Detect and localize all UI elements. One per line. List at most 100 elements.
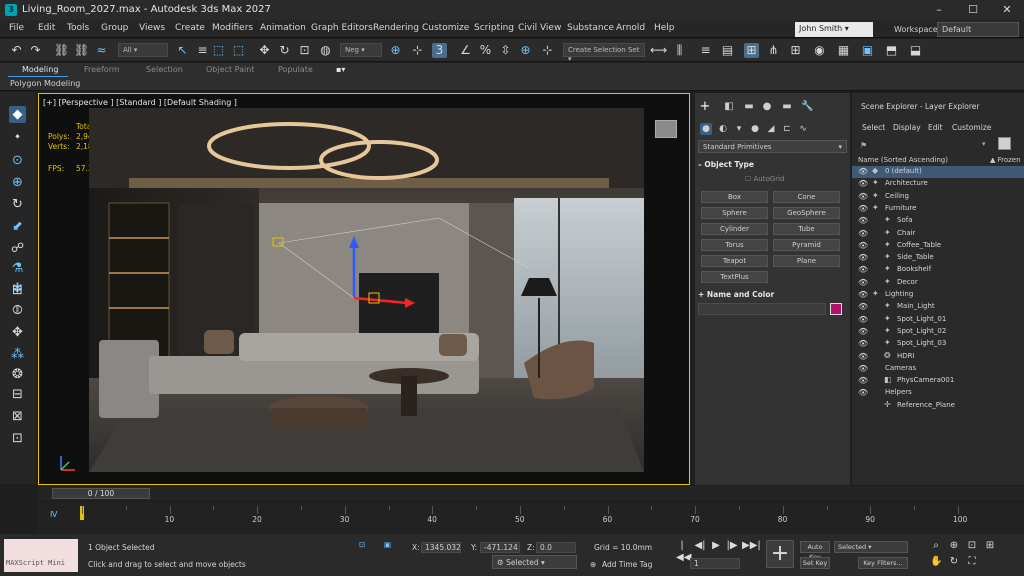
menu-help[interactable]: Help <box>654 23 675 33</box>
primitive-category-dropdown[interactable]: Standard Primitives ▾ <box>698 140 847 153</box>
menu-file[interactable]: File <box>9 23 24 33</box>
render-production-icon[interactable]: ⬒ <box>884 43 899 58</box>
layer-row[interactable]: 👁 ✦ Lighting <box>852 289 1024 301</box>
named-selection-icon[interactable]: ⊹ <box>540 43 555 58</box>
modify-tab-icon[interactable]: ◧ <box>723 101 735 113</box>
zoom-extents-icon[interactable]: ⊕ <box>948 540 960 552</box>
sphere-button[interactable]: Sphere <box>701 207 768 219</box>
close-button[interactable]: ✕ <box>990 0 1024 20</box>
render-setup-icon[interactable]: ▦ <box>836 43 851 58</box>
select-and-move-icon[interactable]: ✥ <box>257 43 272 58</box>
layer-row[interactable]: 👁 Cameras <box>852 363 1024 375</box>
layer-manager-icon[interactable] <box>998 137 1011 150</box>
menu-modifiers[interactable]: Modifiers <box>212 23 253 33</box>
material-editor-icon[interactable]: ◉ <box>812 43 827 58</box>
previous-frame-icon[interactable]: ◀| <box>694 540 706 552</box>
cameras-icon[interactable]: ● <box>749 123 761 135</box>
name-and-color-rollout[interactable]: + Name and Color <box>698 290 847 302</box>
menu-arnold[interactable]: Arnold <box>616 23 645 33</box>
layer-row[interactable]: 👁 ✦ Chair <box>852 228 1024 240</box>
maximize-toggle-icon[interactable]: ⛶ <box>966 556 978 568</box>
select-and-rotate-icon[interactable]: ↻ <box>277 43 292 58</box>
zoom-extents-selected-icon[interactable]: ⊞ <box>984 540 996 552</box>
layer-row[interactable]: 👁 ✦ Architecture <box>852 178 1024 190</box>
menu-create[interactable]: Create <box>175 23 205 33</box>
select-object-icon[interactable]: ↖ <box>175 43 190 58</box>
autogrid-checkbox[interactable]: ☐ AutoGrid <box>745 175 784 183</box>
plane-button[interactable]: Plane <box>773 255 840 267</box>
teapot-button[interactable]: Teapot <box>701 255 768 267</box>
pan-icon[interactable]: ⬋ <box>9 218 26 235</box>
layer-row[interactable]: 👁 ◆ 0 (default) <box>852 166 1024 178</box>
selection-set-dropdown[interactable]: ⚙ Selected ▾ <box>492 555 577 569</box>
particles-icon[interactable]: ⁂ <box>9 346 26 363</box>
object-name-field[interactable] <box>698 303 826 315</box>
undo-icon[interactable]: ↶ <box>9 43 24 58</box>
visibility-eye-icon[interactable]: 👁 <box>858 388 868 397</box>
filter-icon[interactable]: ⚑ <box>860 141 867 150</box>
visibility-eye-icon[interactable]: 👁 <box>858 229 868 238</box>
menu-edit[interactable]: Edit <box>38 23 55 33</box>
rectangular-selection-icon[interactable]: ⬚ <box>211 43 226 58</box>
key-mode-icon[interactable]: Ⅳ <box>50 510 57 519</box>
create-tab-icon[interactable]: + <box>699 100 711 113</box>
hierarchy-tab-icon[interactable]: ▬ <box>743 101 755 113</box>
selection-lock-icon[interactable]: ▣ <box>384 540 391 549</box>
layer-explorer-icon[interactable]: ▤ <box>720 43 735 58</box>
tab-populate[interactable]: Populate <box>278 65 313 74</box>
pan-view-icon[interactable]: ✋ <box>930 556 942 568</box>
orbit-view-icon[interactable]: ↻ <box>948 556 960 568</box>
current-frame-field[interactable]: 1 <box>690 558 740 569</box>
layer-row[interactable]: 👁 ✦ Bookshelf <box>852 264 1024 276</box>
explorer-menu-edit[interactable]: Edit <box>928 123 943 132</box>
visibility-eye-icon[interactable]: 👁 <box>858 290 868 299</box>
zoom-icon[interactable]: ⊙ <box>9 152 26 169</box>
time-slider[interactable]: 0 / 100 <box>38 486 1024 500</box>
workspace-dropdown[interactable]: Default <box>937 22 1019 37</box>
menu-rendering[interactable]: Rendering <box>373 23 419 33</box>
rendered-scene[interactable] <box>89 108 644 472</box>
textplus-button[interactable]: TextPlus <box>701 271 768 283</box>
visibility-eye-icon[interactable]: 👁 <box>858 179 868 188</box>
visibility-eye-icon[interactable]: 👁 <box>858 278 868 287</box>
tab-freeform[interactable]: Freeform <box>84 65 120 74</box>
select-and-link-icon[interactable]: ⛓ <box>54 43 69 58</box>
field-of-view-icon[interactable]: ☍ <box>9 240 26 257</box>
user-account-dropdown[interactable]: John Smith ▾ <box>795 22 873 37</box>
select-manipulate-icon[interactable]: ⊹ <box>410 43 425 58</box>
layer-row[interactable]: 👁 Helpers <box>852 387 1024 399</box>
layer-row[interactable]: 👁 ✦ Sofa <box>852 215 1024 227</box>
geosphere-button[interactable]: GeoSphere <box>773 207 840 219</box>
tab-modeling[interactable]: Modeling <box>22 65 58 74</box>
pyramid-button[interactable]: Pyramid <box>773 239 840 251</box>
next-frame-icon[interactable]: |▶ <box>726 540 738 552</box>
z-coordinate-field[interactable]: 0.0 <box>536 542 576 553</box>
roll-icon[interactable]: ⦷ <box>9 302 26 319</box>
toggle-ribbon-icon[interactable]: ⊞ <box>744 43 759 58</box>
move-view-icon[interactable]: ✥ <box>9 324 26 341</box>
menu-views[interactable]: Views <box>139 23 165 33</box>
motion-tab-icon[interactable]: ● <box>761 101 773 113</box>
y-coordinate-field[interactable]: -471.124 <box>480 542 520 553</box>
explorer-menu-select[interactable]: Select <box>862 123 885 132</box>
create-icon[interactable]: ◆ <box>9 106 26 123</box>
schematic-view-icon[interactable]: ⊞ <box>788 43 803 58</box>
visibility-eye-icon[interactable]: 👁 <box>858 315 868 324</box>
key-filters-button[interactable]: Key Filters... <box>858 557 908 569</box>
mirror-icon[interactable]: ⟷ <box>650 43 667 58</box>
select-by-name-icon[interactable]: ≡ <box>195 43 210 58</box>
modify-icon[interactable]: ⬩ <box>9 128 26 145</box>
ribbon-toggle-icon[interactable]: ▪▾ <box>336 65 345 74</box>
systems-icon[interactable]: ⊠ <box>9 408 26 425</box>
frozen-column-header[interactable]: ▲ Frozen <box>990 156 1021 164</box>
curve-editor-icon[interactable]: ⋔ <box>766 43 781 58</box>
utilities-icon[interactable]: ⊡ <box>9 430 26 447</box>
lights-icon[interactable]: ▾ <box>733 123 745 135</box>
minimize-button[interactable]: – <box>922 0 956 20</box>
viewport-label[interactable]: [+] [Perspective ] [Standard ] [Default … <box>43 98 237 107</box>
visibility-eye-icon[interactable]: 👁 <box>858 352 868 361</box>
helpers-icon[interactable]: ◢ <box>765 123 777 135</box>
angle-snap-icon[interactable]: ∠ <box>458 43 473 58</box>
explorer-menu-customize[interactable]: Customize <box>952 123 991 132</box>
layer-row[interactable]: 👁 ✦ Main_Light <box>852 301 1024 313</box>
